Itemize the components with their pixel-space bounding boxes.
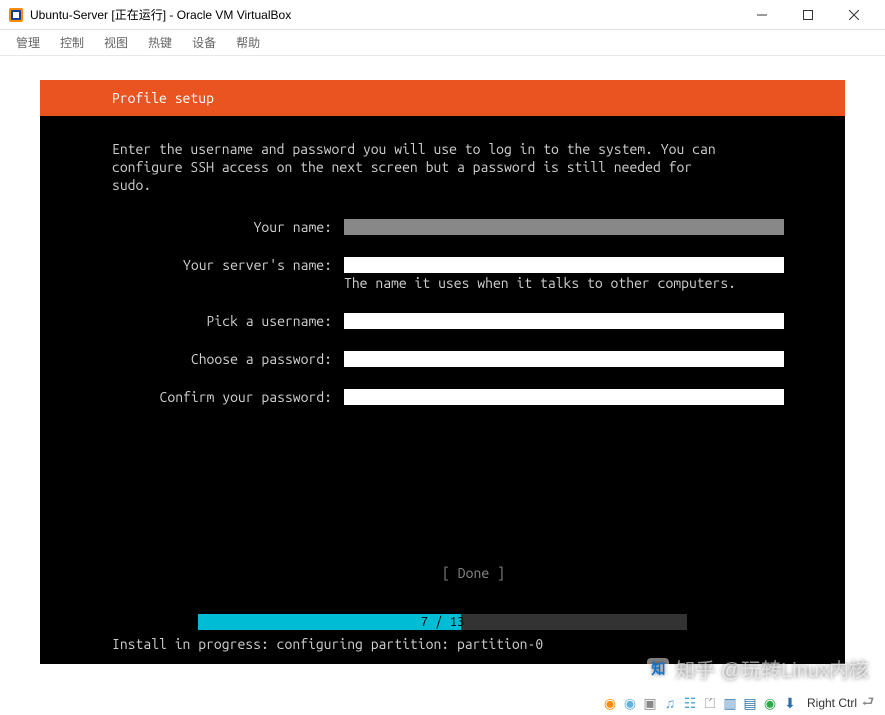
disk-icon[interactable]: ◉ bbox=[601, 694, 619, 712]
menu-hotkeys[interactable]: 热键 bbox=[140, 32, 180, 53]
menu-help[interactable]: 帮助 bbox=[228, 32, 268, 53]
form-row-username: Pick a username: bbox=[112, 313, 835, 329]
input-server-name[interactable] bbox=[344, 257, 784, 273]
window-title: Ubuntu-Server [正在运行] - Oracle VM Virtual… bbox=[30, 6, 739, 23]
install-status-text: Install in progress: configuring partiti… bbox=[112, 636, 543, 652]
input-your-name[interactable] bbox=[344, 219, 784, 235]
form-row-name: Your name: bbox=[112, 219, 835, 235]
input-username[interactable] bbox=[344, 313, 784, 329]
network-icon[interactable]: ☷ bbox=[681, 694, 699, 712]
form-row-confirm: Confirm your password: bbox=[112, 389, 835, 405]
host-key-label: Right Ctrl bbox=[807, 696, 857, 710]
menu-control[interactable]: 控制 bbox=[52, 32, 92, 53]
menubar: 管理 控制 视图 热键 设备 帮助 bbox=[0, 30, 885, 56]
label-confirm-password: Confirm your password: bbox=[112, 389, 344, 405]
form-row-server: Your server's name: The name it uses whe… bbox=[112, 257, 835, 291]
host-key-arrow-icon: ⮐ bbox=[859, 694, 877, 712]
display-icon[interactable]: ▤ bbox=[741, 694, 759, 712]
input-password[interactable] bbox=[344, 351, 784, 367]
menu-devices[interactable]: 设备 bbox=[184, 32, 224, 53]
input-confirm-password[interactable] bbox=[344, 389, 784, 405]
form-row-password: Choose a password: bbox=[112, 351, 835, 367]
statusbar: ◉ ◉ ▣ ♫ ☷ ⏍ ▥ ▤ ◉ ⬇ Right Ctrl ⮐ bbox=[0, 691, 885, 715]
done-button[interactable]: [ Done ] bbox=[112, 565, 835, 581]
audio-icon[interactable]: ♫ bbox=[661, 694, 679, 712]
app-icon bbox=[8, 7, 24, 23]
minimize-button[interactable] bbox=[739, 0, 785, 30]
vm-display[interactable]: Profile setup Enter the username and pas… bbox=[40, 80, 845, 664]
close-button[interactable] bbox=[831, 0, 877, 30]
menu-view[interactable]: 视图 bbox=[96, 32, 136, 53]
shared-folder-icon[interactable]: ▥ bbox=[721, 694, 739, 712]
label-username: Pick a username: bbox=[112, 313, 344, 329]
installer-body: Enter the username and password you will… bbox=[40, 116, 845, 581]
label-your-name: Your name: bbox=[112, 219, 344, 235]
window-titlebar: Ubuntu-Server [正在运行] - Oracle VM Virtual… bbox=[0, 0, 885, 30]
installer-header: Profile setup bbox=[40, 80, 845, 116]
label-password: Choose a password: bbox=[112, 351, 344, 367]
maximize-button[interactable] bbox=[785, 0, 831, 30]
hint-server-name: The name it uses when it talks to other … bbox=[344, 275, 784, 291]
hdd-icon[interactable]: ▣ bbox=[641, 694, 659, 712]
label-server-name: Your server's name: bbox=[112, 257, 344, 273]
install-progress-text: 7 / 13 bbox=[198, 614, 687, 630]
usb-icon[interactable]: ⏍ bbox=[701, 694, 719, 712]
optical-icon[interactable]: ◉ bbox=[621, 694, 639, 712]
window-controls bbox=[739, 0, 877, 30]
mouse-integration-icon[interactable]: ⬇ bbox=[781, 694, 799, 712]
installer-description: Enter the username and password you will… bbox=[112, 140, 792, 195]
install-progress-bar: 7 / 13 bbox=[198, 614, 687, 630]
installer-title: Profile setup bbox=[112, 90, 214, 106]
recording-icon[interactable]: ◉ bbox=[761, 694, 779, 712]
menu-manage[interactable]: 管理 bbox=[8, 32, 48, 53]
